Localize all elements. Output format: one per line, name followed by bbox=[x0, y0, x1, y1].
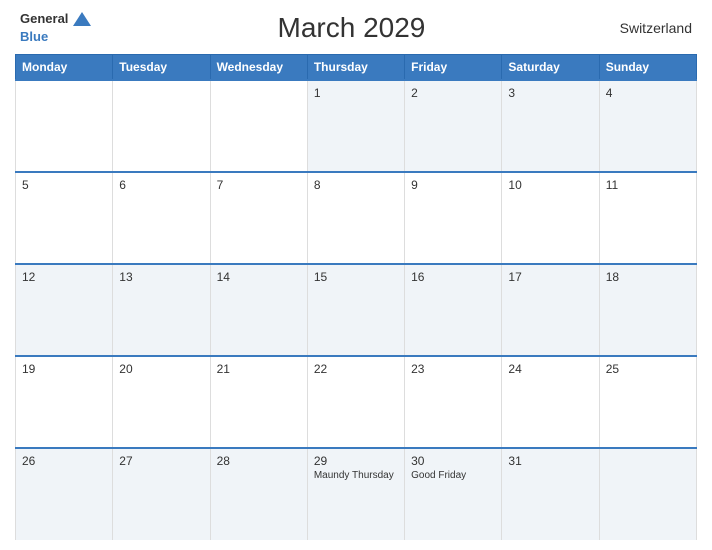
calendar-day-cell: 12 bbox=[16, 264, 113, 356]
calendar-day-cell: 29 Maundy Thursday bbox=[307, 448, 404, 540]
day-number: 12 bbox=[22, 270, 106, 284]
logo: General Blue bbox=[20, 10, 91, 46]
day-number: 9 bbox=[411, 178, 495, 192]
calendar-table: Monday Tuesday Wednesday Thursday Friday… bbox=[15, 54, 697, 540]
day-number: 15 bbox=[314, 270, 398, 284]
day-number: 28 bbox=[217, 454, 301, 468]
day-number: 8 bbox=[314, 178, 398, 192]
logo-text: General Blue bbox=[20, 10, 91, 46]
calendar-week-row: 12 13 14 15 16 17 18 bbox=[16, 264, 697, 356]
calendar-day-cell bbox=[210, 80, 307, 172]
day-number: 29 bbox=[314, 454, 398, 468]
calendar-week-row: 26 27 28 29 Maundy Thursday 30 Good Friday 31 bbox=[16, 448, 697, 540]
calendar-week-row: 56789 10 11 bbox=[16, 172, 697, 264]
calendar-day-cell: 16 bbox=[405, 264, 502, 356]
day-number: 11 bbox=[606, 178, 690, 192]
calendar-day-cell: 24 bbox=[502, 356, 599, 448]
day-event-label: Good Friday bbox=[411, 470, 495, 481]
day-number: 31 bbox=[508, 454, 592, 468]
calendar-day-cell: 11 bbox=[599, 172, 696, 264]
calendar-day-cell: 25 bbox=[599, 356, 696, 448]
day-number: 4 bbox=[606, 86, 690, 100]
day-number: 13 bbox=[119, 270, 203, 284]
calendar-day-cell bbox=[113, 80, 210, 172]
calendar-day-cell: 28 bbox=[210, 448, 307, 540]
calendar-day-cell: 3 bbox=[502, 80, 599, 172]
calendar-day-cell bbox=[599, 448, 696, 540]
logo-flag-icon bbox=[73, 12, 91, 26]
header-wednesday: Wednesday bbox=[210, 55, 307, 81]
calendar-day-cell: 7 bbox=[210, 172, 307, 264]
calendar-day-cell: 10 bbox=[502, 172, 599, 264]
header-monday: Monday bbox=[16, 55, 113, 81]
day-number: 3 bbox=[508, 86, 592, 100]
calendar-day-cell: 1 bbox=[307, 80, 404, 172]
day-number: 14 bbox=[217, 270, 301, 284]
calendar-day-cell: 6 bbox=[113, 172, 210, 264]
calendar-day-cell: 30 Good Friday bbox=[405, 448, 502, 540]
country-label: Switzerland bbox=[612, 20, 692, 36]
day-number: 23 bbox=[411, 362, 495, 376]
calendar-page: General Blue March 2029 Switzerland Mond… bbox=[0, 0, 712, 550]
day-number: 24 bbox=[508, 362, 592, 376]
weekday-header-row: Monday Tuesday Wednesday Thursday Friday… bbox=[16, 55, 697, 81]
day-number: 18 bbox=[606, 270, 690, 284]
header-sunday: Sunday bbox=[599, 55, 696, 81]
calendar-day-cell: 23 bbox=[405, 356, 502, 448]
calendar-day-cell: 31 bbox=[502, 448, 599, 540]
calendar-day-cell: 27 bbox=[113, 448, 210, 540]
header-thursday: Thursday bbox=[307, 55, 404, 81]
day-number: 7 bbox=[217, 178, 301, 192]
calendar-day-cell bbox=[16, 80, 113, 172]
calendar-day-cell: 20 bbox=[113, 356, 210, 448]
calendar-day-cell: 8 bbox=[307, 172, 404, 264]
calendar-week-row: 1234 bbox=[16, 80, 697, 172]
calendar-day-cell: 17 bbox=[502, 264, 599, 356]
day-number: 16 bbox=[411, 270, 495, 284]
day-number: 5 bbox=[22, 178, 106, 192]
day-number: 10 bbox=[508, 178, 592, 192]
logo-general: General bbox=[20, 11, 68, 26]
calendar-day-cell: 9 bbox=[405, 172, 502, 264]
day-number: 27 bbox=[119, 454, 203, 468]
calendar-title: March 2029 bbox=[91, 12, 612, 44]
calendar-day-cell: 21 bbox=[210, 356, 307, 448]
calendar-day-cell: 18 bbox=[599, 264, 696, 356]
calendar-week-row: 19 20 21 22 23 24 25 bbox=[16, 356, 697, 448]
day-number: 22 bbox=[314, 362, 398, 376]
day-number: 20 bbox=[119, 362, 203, 376]
day-number: 26 bbox=[22, 454, 106, 468]
calendar-day-cell: 19 bbox=[16, 356, 113, 448]
calendar-day-cell: 2 bbox=[405, 80, 502, 172]
day-event-label: Maundy Thursday bbox=[314, 470, 398, 481]
calendar-header: General Blue March 2029 Switzerland bbox=[15, 10, 697, 46]
calendar-day-cell: 13 bbox=[113, 264, 210, 356]
day-number: 2 bbox=[411, 86, 495, 100]
day-number: 25 bbox=[606, 362, 690, 376]
day-number: 30 bbox=[411, 454, 495, 468]
calendar-day-cell: 26 bbox=[16, 448, 113, 540]
header-friday: Friday bbox=[405, 55, 502, 81]
calendar-day-cell: 22 bbox=[307, 356, 404, 448]
day-number: 19 bbox=[22, 362, 106, 376]
header-tuesday: Tuesday bbox=[113, 55, 210, 81]
calendar-day-cell: 15 bbox=[307, 264, 404, 356]
day-number: 6 bbox=[119, 178, 203, 192]
day-number: 21 bbox=[217, 362, 301, 376]
logo-blue: Blue bbox=[20, 29, 48, 44]
day-number: 1 bbox=[314, 86, 398, 100]
day-number: 17 bbox=[508, 270, 592, 284]
calendar-day-cell: 14 bbox=[210, 264, 307, 356]
calendar-day-cell: 4 bbox=[599, 80, 696, 172]
calendar-day-cell: 5 bbox=[16, 172, 113, 264]
header-saturday: Saturday bbox=[502, 55, 599, 81]
